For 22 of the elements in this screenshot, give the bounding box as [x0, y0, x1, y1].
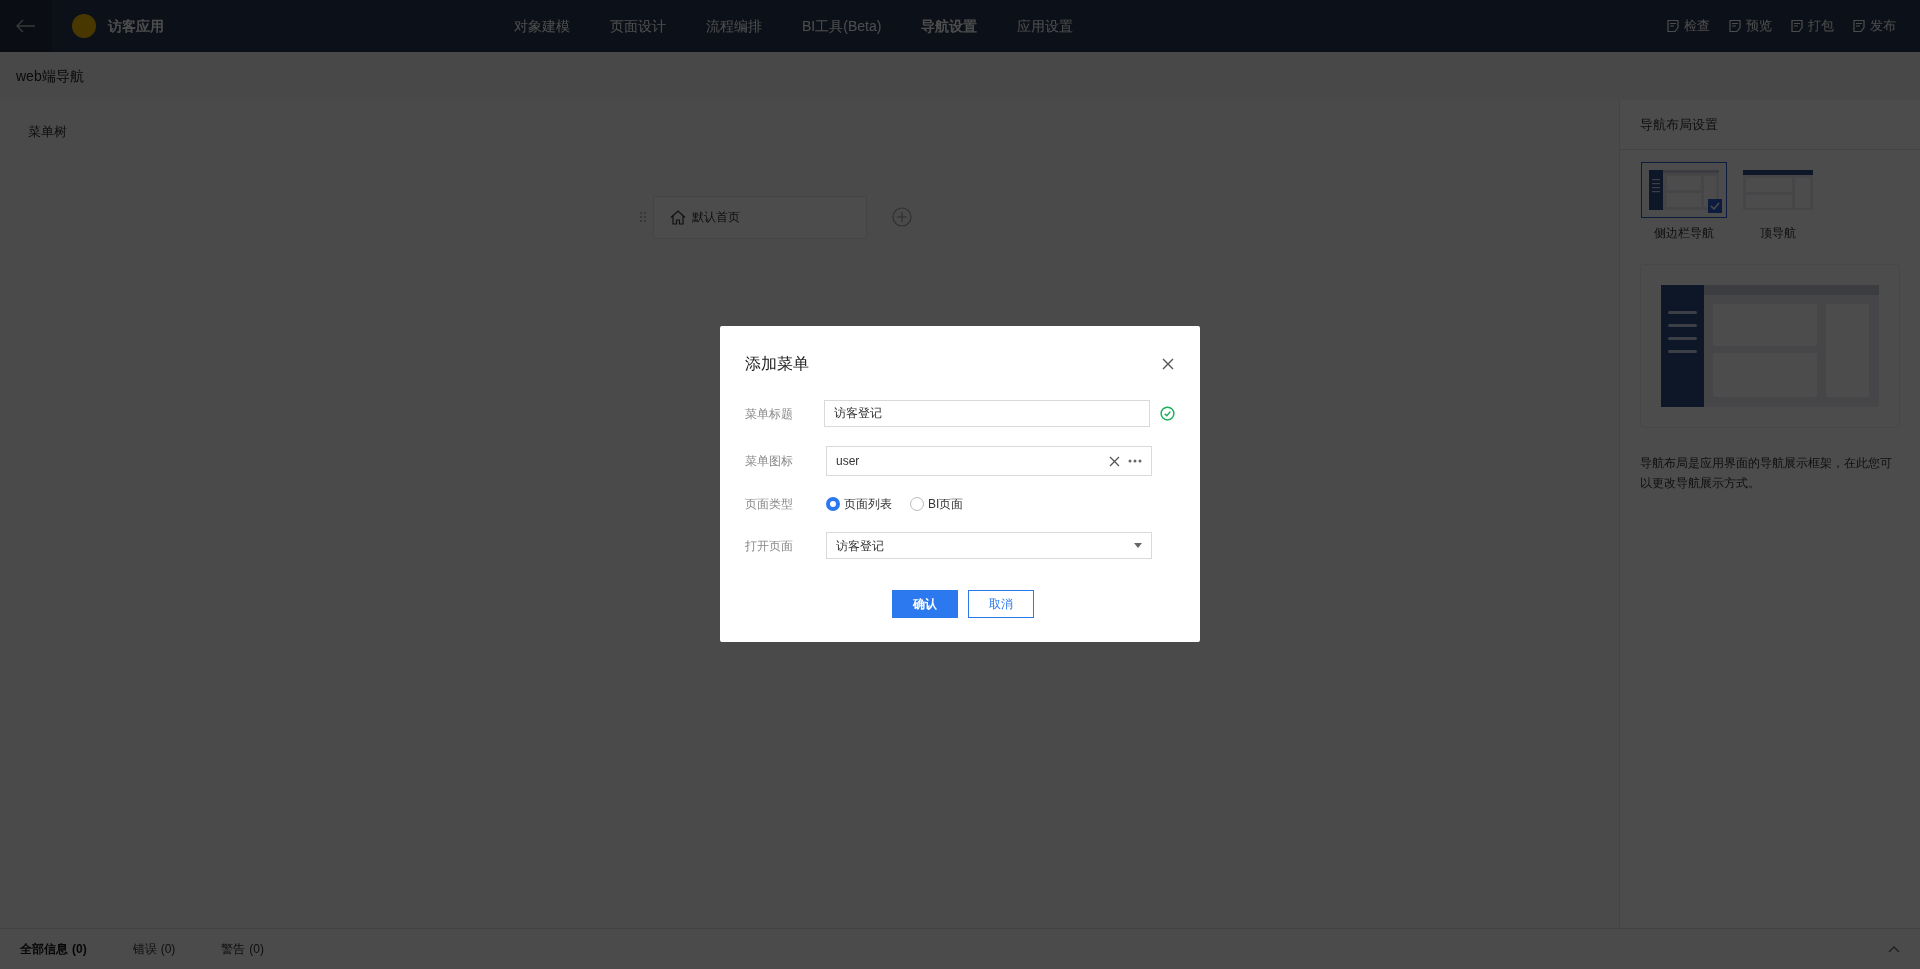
clear-icon[interactable]: [1109, 455, 1120, 467]
cancel-button[interactable]: 取消: [967, 590, 1034, 618]
caret-icon: [1134, 543, 1142, 548]
radio-option[interactable]: 页面列表: [826, 495, 892, 513]
message-tab[interactable]: 全部信息 (0): [20, 940, 87, 958]
field-label: 打开页面: [745, 537, 794, 555]
close-button[interactable]: [1161, 357, 1175, 371]
menu-title-field[interactable]: 访客登记: [824, 400, 1150, 427]
dialog-title: 添加菜单: [745, 354, 809, 374]
more-icon[interactable]: [1128, 459, 1142, 463]
page-select[interactable]: 访客登记: [826, 532, 1152, 559]
app-name: 访客应用: [108, 16, 164, 36]
radio-option[interactable]: BI页面: [910, 495, 964, 513]
page-title: web端导航: [15, 66, 85, 86]
field-label: 菜单图标: [745, 453, 794, 470]
icon-field[interactable]: user: [826, 446, 1152, 476]
confirm-button[interactable]: 确认: [891, 590, 958, 618]
section-title: 菜单树: [28, 123, 68, 141]
nav-tab[interactable]: 导航设置: [921, 15, 978, 37]
field-label: 页面类型: [745, 496, 794, 513]
close-icon: [1162, 358, 1174, 370]
field-label: 菜单标题: [745, 405, 794, 423]
